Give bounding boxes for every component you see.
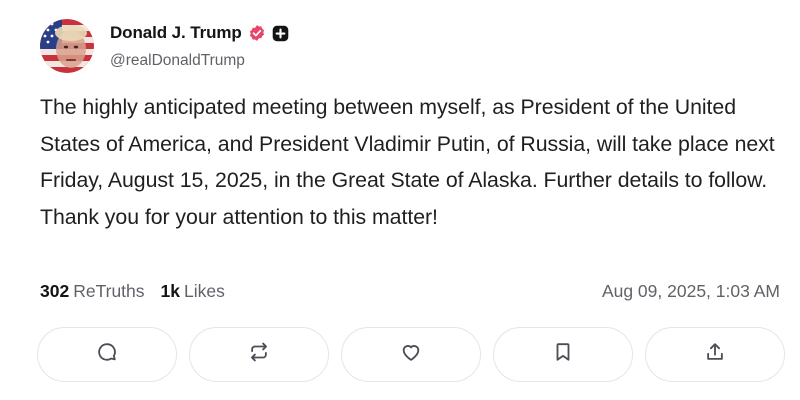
author-handle[interactable]: @realDonaldTrump [110,52,289,70]
retruth-button[interactable] [189,327,329,382]
reply-icon [96,341,118,368]
verified-badge-icon [248,24,266,42]
author-display-name[interactable]: Donald J. Trump [110,23,242,43]
retruth-icon [248,341,270,368]
retruths-count[interactable]: 302 [40,281,69,302]
bookmark-icon [552,341,574,368]
post-timestamp[interactable]: Aug 09, 2025, 1:03 AM [602,281,780,302]
post-card: Donald J. Trump @realDonaldTrump The hig… [0,0,800,400]
reply-button[interactable] [37,327,177,382]
share-icon [704,341,726,368]
bookmark-button[interactable] [493,327,633,382]
likes-label[interactable]: Likes [184,281,225,302]
avatar-image [40,19,94,73]
post-stats: 302 ReTruths 1k Likes Aug 09, 2025, 1:03… [40,281,780,302]
author-ident: Donald J. Trump @realDonaldTrump [110,22,289,70]
plus-badge-icon [272,25,289,42]
post-text: The highly anticipated meeting between m… [40,95,775,229]
likes-count[interactable]: 1k [161,281,180,302]
like-button[interactable] [341,327,481,382]
action-bar [37,327,785,382]
name-row: Donald J. Trump [110,22,289,44]
avatar[interactable] [40,19,94,73]
share-button[interactable] [645,327,785,382]
post-header: Donald J. Trump @realDonaldTrump [40,19,289,73]
retruths-label[interactable]: ReTruths [73,281,144,302]
like-heart-icon [400,341,422,368]
